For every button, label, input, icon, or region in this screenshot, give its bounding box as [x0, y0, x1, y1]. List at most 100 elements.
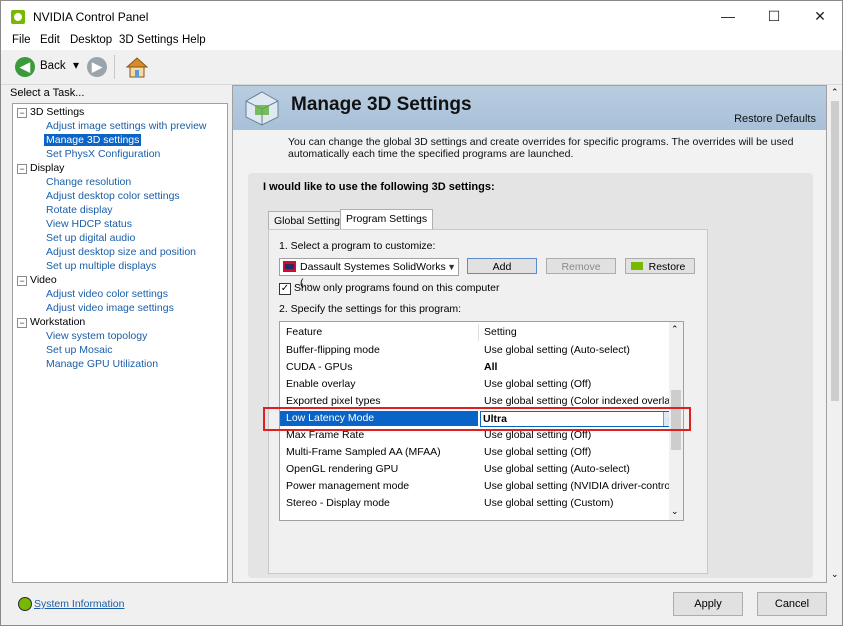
- scroll-up-icon[interactable]: ⌃: [831, 87, 839, 98]
- tree-category-display[interactable]: Display: [30, 162, 64, 174]
- restore-button[interactable]: Restore: [625, 258, 695, 274]
- specify-settings-label: 2. Specify the settings for this program…: [279, 303, 462, 315]
- forward-arrow-icon[interactable]: ▶: [87, 57, 107, 77]
- table-row[interactable]: OpenGL rendering GPU Use global setting (…: [280, 461, 670, 478]
- restore-defaults-link[interactable]: Restore Defaults: [734, 113, 816, 125]
- solidworks-program-icon: [283, 261, 296, 272]
- feature-cell: Buffer-flipping mode: [286, 344, 380, 356]
- nvidia-restore-icon: [631, 262, 643, 270]
- collapse-3d-settings-icon[interactable]: −: [17, 108, 27, 118]
- grid-header-row: Feature Setting: [280, 324, 670, 341]
- tree-item-video-color[interactable]: Adjust video color settings: [46, 288, 168, 300]
- minimize-button[interactable]: —: [705, 1, 751, 32]
- window-title: NVIDIA Control Panel: [33, 10, 149, 24]
- back-button-label[interactable]: Back: [40, 60, 66, 72]
- 3d-settings-cube-icon: [245, 91, 279, 126]
- table-row[interactable]: Power management mode Use global setting …: [280, 478, 683, 495]
- table-row[interactable]: Stereo - Display mode Use global setting …: [280, 495, 670, 512]
- setting-cell: Use global setting (Auto-select): [484, 344, 630, 356]
- select-program-label: 1. Select a program to customize:: [279, 240, 436, 252]
- table-row[interactable]: Buffer-flipping mode Use global setting (…: [280, 342, 670, 359]
- tree-item-adjust-image-settings[interactable]: Adjust image settings with preview: [46, 120, 207, 132]
- menu-3d-settings[interactable]: 3D Settings: [119, 34, 178, 46]
- tree-item-system-topology[interactable]: View system topology: [46, 330, 147, 342]
- tree-item-hdcp-status[interactable]: View HDCP status: [46, 218, 132, 230]
- scroll-down-icon[interactable]: ⌄: [831, 569, 839, 580]
- setting-cell: Use global setting (Auto-select): [484, 463, 630, 475]
- menu-bar: File Edit Desktop 3D Settings Help: [1, 32, 842, 50]
- tree-item-gpu-utilization[interactable]: Manage GPU Utilization: [46, 358, 158, 370]
- menu-desktop[interactable]: Desktop: [70, 34, 112, 46]
- page-description: You can change the global 3D settings an…: [288, 136, 794, 160]
- feature-cell: OpenGL rendering GPU: [286, 463, 399, 475]
- feature-cell: Power management mode: [286, 480, 410, 492]
- tree-item-rotate-display[interactable]: Rotate display: [46, 204, 113, 216]
- show-only-checkbox[interactable]: ✓: [279, 283, 291, 295]
- collapse-display-icon[interactable]: −: [17, 164, 27, 174]
- tree-item-desktop-size[interactable]: Adjust desktop size and position: [46, 246, 196, 258]
- system-information-icon[interactable]: [18, 597, 32, 611]
- content-scrollbar[interactable]: ⌃ ⌄: [828, 85, 842, 583]
- feature-cell: Stereo - Display mode: [286, 497, 390, 509]
- program-select[interactable]: Dassault Systemes SolidWorks (... ▼: [279, 258, 459, 289]
- toolbar-divider: [114, 55, 115, 79]
- content-scroll-thumb[interactable]: [831, 101, 839, 401]
- nvidia-app-icon: [11, 10, 25, 24]
- menu-help[interactable]: Help: [182, 34, 206, 46]
- collapse-video-icon[interactable]: −: [17, 276, 27, 286]
- setting-column-header[interactable]: Setting: [484, 324, 517, 341]
- back-arrow-icon[interactable]: ◀: [15, 57, 35, 77]
- feature-cell: CUDA - GPUs: [286, 361, 353, 373]
- setting-cell: Use global setting (NVIDIA driver-contro…: [484, 480, 684, 492]
- tree-item-multiple-displays[interactable]: Set up multiple displays: [46, 260, 156, 272]
- setting-cell: Use global setting (Off): [484, 378, 592, 390]
- feature-cell: Enable overlay: [286, 378, 356, 390]
- scroll-up-icon[interactable]: ⌃: [671, 324, 679, 335]
- collapse-workstation-icon[interactable]: −: [17, 318, 27, 328]
- setting-cell: Use global setting (Custom): [484, 497, 614, 509]
- tree-category-3d-settings[interactable]: 3D Settings: [30, 106, 84, 118]
- scroll-down-icon[interactable]: ⌄: [671, 506, 679, 517]
- program-settings-panel: 1. Select a program to customize: Dassau…: [268, 229, 708, 574]
- feature-column-header[interactable]: Feature: [286, 324, 322, 341]
- tree-item-manage-3d-settings[interactable]: Manage 3D settings: [44, 134, 142, 146]
- highlight-annotation-box: [263, 407, 691, 431]
- tree-category-video[interactable]: Video: [30, 274, 57, 286]
- show-only-label[interactable]: Show only programs found on this compute…: [294, 282, 499, 294]
- setting-cell: All: [484, 361, 498, 373]
- cancel-button[interactable]: Cancel: [757, 592, 827, 616]
- tree-item-desktop-color[interactable]: Adjust desktop color settings: [46, 190, 180, 202]
- tree-category-workstation[interactable]: Workstation: [30, 316, 85, 328]
- back-history-dropdown-icon[interactable]: ▾: [73, 58, 79, 72]
- tab-program-settings[interactable]: Program Settings: [340, 209, 434, 230]
- nvidia-control-panel-window: NVIDIA Control Panel — ☐ ✕ File Edit Des…: [0, 0, 843, 626]
- setting-cell: Use global setting (Off): [484, 446, 592, 458]
- menu-file[interactable]: File: [12, 34, 31, 46]
- remove-button[interactable]: Remove: [546, 258, 616, 274]
- table-row[interactable]: Multi-Frame Sampled AA (MFAA) Use global …: [280, 444, 670, 461]
- tree-item-change-resolution[interactable]: Change resolution: [46, 176, 131, 188]
- tree-item-digital-audio[interactable]: Set up digital audio: [46, 232, 135, 244]
- restore-button-label: Restore: [648, 261, 686, 273]
- tree-item-mosaic[interactable]: Set up Mosaic: [46, 344, 113, 356]
- system-information-link[interactable]: System Information: [34, 598, 124, 610]
- table-row[interactable]: Enable overlay Use global setting (Off): [280, 376, 670, 393]
- settings-group-heading: I would like to use the following 3D set…: [263, 181, 495, 193]
- tab-global-settings[interactable]: Global Settings: [268, 211, 352, 231]
- content-panel: Manage 3D Settings Restore Defaults You …: [232, 85, 827, 583]
- apply-button[interactable]: Apply: [673, 592, 743, 616]
- toolbar: ◀ Back ▾ ▶: [1, 50, 842, 85]
- tree-item-physx-configuration[interactable]: Set PhysX Configuration: [46, 148, 160, 160]
- add-button[interactable]: Add: [467, 258, 537, 274]
- task-panel: Select a Task... − 3D Settings Adjust im…: [8, 85, 228, 583]
- task-panel-heading: Select a Task...: [10, 87, 85, 99]
- tree-item-video-image[interactable]: Adjust video image settings: [46, 302, 174, 314]
- page-header: Manage 3D Settings Restore Defaults: [233, 86, 826, 130]
- settings-group: I would like to use the following 3D set…: [248, 173, 813, 578]
- table-row[interactable]: CUDA - GPUs All: [280, 359, 670, 376]
- menu-edit[interactable]: Edit: [40, 34, 60, 46]
- chevron-down-icon[interactable]: ▼: [447, 259, 456, 275]
- maximize-button[interactable]: ☐: [751, 1, 797, 32]
- home-icon[interactable]: [125, 55, 149, 79]
- close-button[interactable]: ✕: [797, 1, 843, 32]
